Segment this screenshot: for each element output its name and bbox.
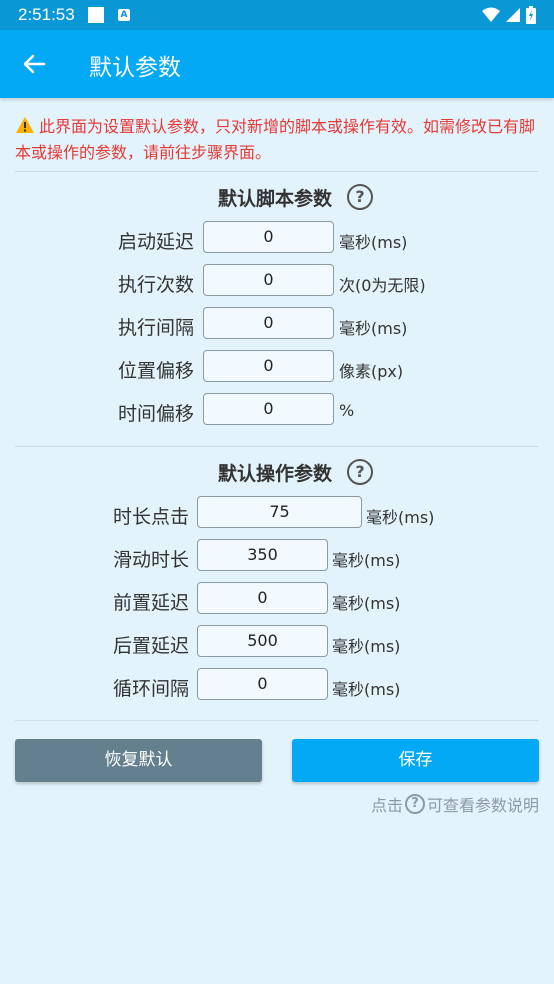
op-section-title: 默认操作参数 [218,463,333,485]
unit-pre-delay: 毫秒(ms) [332,594,401,613]
unit-click-duration: 毫秒(ms) [366,508,435,527]
warning-icon [16,117,34,133]
signal-icon [506,8,520,22]
hint-prefix: 点击 [370,796,403,815]
label-time-offset: 时间偏移 [118,403,195,425]
unit-start-delay: 毫秒(ms) [339,233,408,252]
question-mark-icon: ? [404,794,425,814]
save-button[interactable]: 保存 [292,739,539,782]
unit-loop-interval: 毫秒(ms) [332,680,401,699]
label-post-delay: 后置延迟 [113,635,190,657]
start-delay-input[interactable]: 0 [203,221,334,253]
notification-square-icon [88,7,104,23]
exec-interval-input[interactable]: 0 [203,307,334,339]
label-position-offset: 位置偏移 [118,360,195,382]
swipe-duration-input[interactable]: 350 [197,539,328,571]
status-bar: 2:51:53 A [0,0,554,30]
status-time: 2:51:53 [18,5,75,24]
label-start-delay: 启动延迟 [118,231,195,253]
warning-text: 此界面为设置默认参数，只对新增的脚本或操作有效。如需修改已有脚本或操作的参数，请… [15,117,536,162]
wifi-icon [482,7,500,22]
help-hint: 点击 ? 可查看参数说明 [371,792,539,816]
unit-post-delay: 毫秒(ms) [332,637,401,656]
hint-suffix: 可查看参数说明 [426,796,539,815]
position-offset-input[interactable]: 0 [203,350,334,382]
back-arrow-icon[interactable] [20,50,48,78]
unit-swipe-duration: 毫秒(ms) [332,551,401,570]
op-help-icon[interactable]: ? [347,459,373,485]
loop-interval-input[interactable]: 0 [197,668,328,700]
unit-position-offset: 像素(px) [339,362,404,381]
exec-count-input[interactable]: 0 [203,264,334,296]
label-exec-interval: 执行间隔 [118,317,195,339]
pre-delay-input[interactable]: 0 [197,582,328,614]
script-section-title: 默认脚本参数 [218,188,333,210]
unit-exec-count: 次(0为无限) [339,276,426,295]
click-duration-input[interactable]: 75 [197,496,362,528]
divider [15,171,539,172]
unit-exec-interval: 毫秒(ms) [339,319,408,338]
time-offset-input[interactable]: 0 [203,393,334,425]
label-exec-count: 执行次数 [118,274,195,296]
status-icons [482,6,536,24]
battery-icon [526,6,536,24]
page-title: 默认参数 [89,55,181,81]
label-loop-interval: 循环间隔 [113,678,190,700]
divider [15,446,539,447]
notification-app-icon: A [118,9,130,21]
divider [15,720,539,721]
reset-defaults-button[interactable]: 恢复默认 [15,739,262,782]
label-click-duration: 时长点击 [113,506,190,528]
unit-time-offset: % [339,401,355,420]
label-swipe-duration: 滑动时长 [113,549,190,571]
warning-message: 此界面为设置默认参数，只对新增的脚本或操作有效。如需修改已有脚本或操作的参数，请… [15,114,540,166]
app-bar: 默认参数 [0,30,554,98]
script-help-icon[interactable]: ? [347,184,373,210]
post-delay-input[interactable]: 500 [197,625,328,657]
label-pre-delay: 前置延迟 [113,592,190,614]
